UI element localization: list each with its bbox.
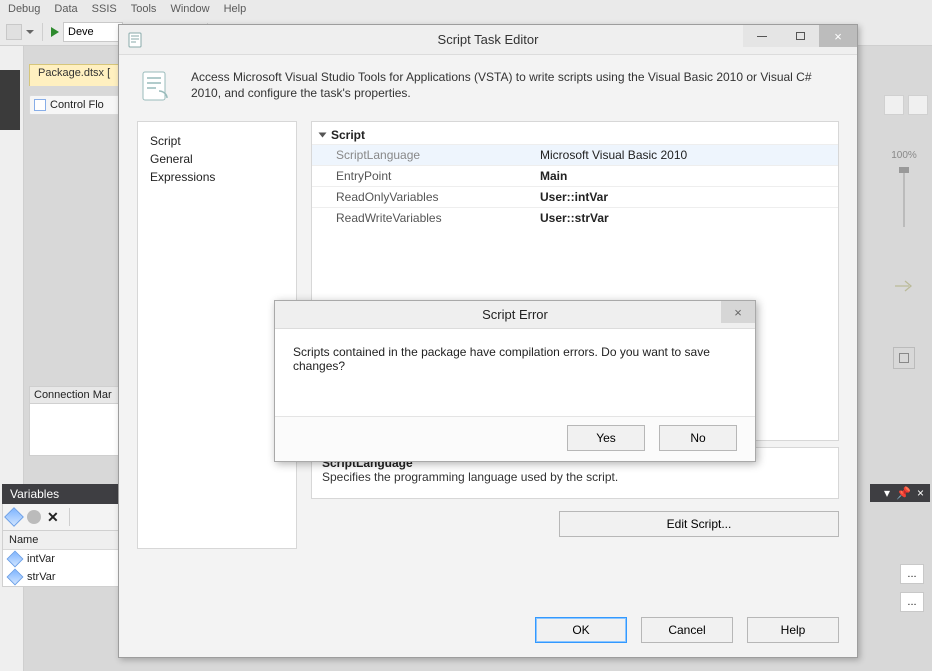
variables-pane: Variables ✕ Name intVar strVar: [2, 484, 120, 664]
minimize-button[interactable]: [743, 25, 781, 47]
variable-name: strVar: [27, 571, 56, 583]
property-value[interactable]: Main: [532, 166, 838, 186]
nav-item-script[interactable]: Script: [150, 132, 284, 150]
dialog-description: Access Microsoft Visual Studio Tools for…: [191, 69, 837, 105]
error-message: Scripts contained in the package have co…: [275, 329, 755, 417]
ellipsis-button[interactable]: ...: [900, 564, 924, 584]
menu-ssis[interactable]: SSIS: [92, 3, 117, 15]
error-titlebar: Script Error ×: [275, 301, 755, 329]
dialog-title: Script Task Editor: [438, 32, 539, 47]
control-flow-tab[interactable]: Control Flo: [29, 95, 121, 115]
close-icon[interactable]: ×: [917, 486, 924, 500]
pane-pin-buttons: ▾ 📌 ×: [870, 484, 930, 502]
variable-name: intVar: [27, 553, 55, 565]
control-flow-icon: [34, 99, 46, 111]
pin-icon[interactable]: 📌: [896, 486, 911, 500]
add-variable-icon[interactable]: [4, 507, 24, 527]
help-button[interactable]: Help: [747, 617, 839, 643]
close-button[interactable]: ×: [819, 25, 857, 47]
script-task-large-icon: [139, 69, 175, 105]
close-button[interactable]: ×: [721, 301, 755, 323]
collapse-icon: [319, 133, 327, 138]
connection-managers-title: Connection Mar: [30, 387, 120, 404]
variable-icon: [7, 551, 24, 568]
dialog-titlebar: Script Task Editor ×: [119, 25, 857, 55]
start-debug-button[interactable]: [51, 27, 59, 37]
property-value[interactable]: User::strVar: [532, 208, 838, 228]
dropdown-icon[interactable]: [26, 30, 34, 34]
property-row[interactable]: ReadOnlyVariables User::intVar: [312, 186, 838, 207]
arrow-icon: [893, 279, 915, 293]
property-name: ReadOnlyVariables: [312, 187, 532, 207]
property-section-label: Script: [331, 128, 365, 142]
menu-data[interactable]: Data: [54, 3, 77, 15]
script-task-icon: [127, 31, 145, 49]
zoom-slider[interactable]: [903, 167, 905, 227]
nav-item-general[interactable]: General: [150, 150, 284, 168]
property-row[interactable]: EntryPoint Main: [312, 165, 838, 186]
delete-variable-icon[interactable]: ✕: [47, 509, 59, 526]
toolbar-icon[interactable]: [6, 24, 22, 40]
ok-button[interactable]: OK: [535, 617, 627, 643]
no-button[interactable]: No: [659, 425, 737, 451]
menubar: Debug Data SSIS Tools Window Help: [0, 0, 932, 18]
variable-row[interactable]: strVar: [3, 568, 119, 586]
menu-help[interactable]: Help: [224, 3, 247, 15]
zoom-label: 100%: [878, 150, 930, 161]
maximize-button[interactable]: [781, 25, 819, 47]
designer-tool-2[interactable]: [908, 95, 928, 115]
dialog-nav: Script General Expressions: [137, 121, 297, 549]
script-error-dialog: Script Error × Scripts contained in the …: [274, 300, 756, 462]
property-help-desc: Specifies the programming language used …: [322, 470, 828, 484]
property-row[interactable]: ReadWriteVariables User::strVar: [312, 207, 838, 228]
property-value[interactable]: Microsoft Visual Basic 2010: [532, 145, 838, 165]
config-combo[interactable]: [63, 22, 123, 42]
variable-row[interactable]: intVar: [3, 550, 119, 568]
ellipsis-button[interactable]: ...: [900, 592, 924, 612]
menu-debug[interactable]: Debug: [8, 3, 40, 15]
variables-title: Variables: [2, 484, 120, 504]
fit-view-button[interactable]: [893, 347, 915, 369]
designer-tool-1[interactable]: [884, 95, 904, 115]
property-section-header[interactable]: Script: [312, 122, 838, 144]
control-flow-label: Control Flo: [50, 99, 104, 111]
document-tab[interactable]: Package.dtsx [: [29, 64, 119, 86]
variables-toolbar: ✕: [2, 504, 120, 530]
property-name: ReadWriteVariables: [312, 208, 532, 228]
property-name: ScriptLanguage: [312, 145, 532, 165]
yes-button[interactable]: Yes: [567, 425, 645, 451]
connection-managers-pane: Connection Mar: [29, 386, 121, 456]
menu-window[interactable]: Window: [170, 3, 209, 15]
move-variable-icon[interactable]: [27, 510, 41, 524]
property-value[interactable]: User::intVar: [532, 187, 838, 207]
collapsed-panel-tab[interactable]: [0, 70, 20, 130]
dropdown-icon[interactable]: ▾: [884, 486, 890, 500]
nav-item-expressions[interactable]: Expressions: [150, 168, 284, 186]
property-row[interactable]: ScriptLanguage Microsoft Visual Basic 20…: [312, 144, 838, 165]
variables-column-name[interactable]: Name: [3, 531, 119, 550]
error-title: Script Error: [482, 307, 548, 322]
edit-script-button[interactable]: Edit Script...: [559, 511, 839, 537]
menu-tools[interactable]: Tools: [131, 3, 157, 15]
variable-icon: [7, 569, 24, 586]
property-name: EntryPoint: [312, 166, 532, 186]
cancel-button[interactable]: Cancel: [641, 617, 733, 643]
